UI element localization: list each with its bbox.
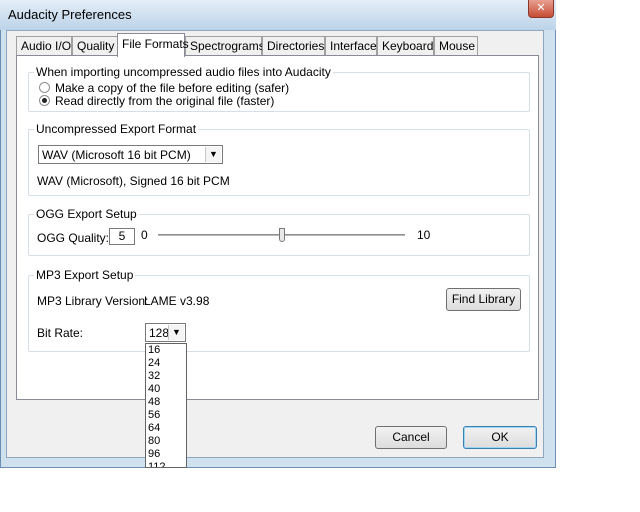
ogg-quality-label: OGG Quality: [37,231,110,245]
ogg-slider-min-label: 0 [141,228,148,242]
radio-selected-dot [42,98,47,103]
list-item[interactable]: 32 [146,370,186,383]
mp3-library-version: LAME v3.98 [144,294,210,308]
mp3-library-label: MP3 Library Version: [37,294,149,308]
chevron-down-icon: ▼ [168,325,184,340]
radio-read-direct[interactable] [39,95,50,106]
list-item[interactable]: 24 [146,357,186,370]
tab-mouse[interactable]: Mouse [434,36,478,56]
window-title: Audacity Preferences [8,7,132,22]
radio-copy-file-label: Make a copy of the file before editing (… [55,81,290,95]
radio-read-direct-label: Read directly from the original file (fa… [55,94,275,108]
list-item[interactable]: 80 [146,435,186,448]
list-item[interactable]: 16 [146,344,186,357]
bit-rate-label: Bit Rate: [37,326,84,340]
tab-keyboard[interactable]: Keyboard [377,36,434,56]
bit-rate-value: 128 [149,326,170,340]
mp3-export-title: MP3 Export Setup [34,268,136,282]
tab-file-formats[interactable]: File Formats [117,33,189,57]
slider-thumb[interactable] [278,228,285,242]
ogg-slider-max-label: 10 [417,228,431,242]
export-format-description: WAV (Microsoft), Signed 16 bit PCM [37,174,230,188]
bit-rate-dropdown-list[interactable]: 16 24 32 40 48 56 64 80 96 112 [145,343,187,468]
tab-audio-io[interactable]: Audio I/O [16,36,72,56]
tab-interface[interactable]: Interface [325,36,377,56]
ogg-quality-field[interactable]: 5 [109,228,135,245]
close-button[interactable]: ✕ [528,0,554,18]
bit-rate-select[interactable]: 128 ▼ [145,323,186,342]
uncompressed-export-title: Uncompressed Export Format [34,122,199,136]
export-format-value: WAV (Microsoft 16 bit PCM) [42,148,191,162]
list-item[interactable]: 48 [146,396,186,409]
mp3-export-group [28,275,530,352]
list-item[interactable]: 112 [146,461,186,467]
cancel-button[interactable]: Cancel [375,426,447,449]
chevron-down-icon: ▼ [205,147,221,162]
list-item[interactable]: 56 [146,409,186,422]
tab-quality[interactable]: Quality [72,36,118,56]
list-item[interactable]: 40 [146,383,186,396]
export-format-select[interactable]: WAV (Microsoft 16 bit PCM) ▼ [38,145,223,164]
ok-button[interactable]: OK [463,426,537,449]
ogg-export-title: OGG Export Setup [34,207,139,221]
find-library-button[interactable]: Find Library [446,288,521,311]
tab-spectrograms[interactable]: Spectrograms [185,36,265,56]
import-group-title: When importing uncompressed audio files … [34,65,333,79]
list-item[interactable]: 64 [146,422,186,435]
tab-directories[interactable]: Directories [262,36,325,56]
radio-copy-file[interactable] [39,82,50,93]
list-item[interactable]: 96 [146,448,186,461]
